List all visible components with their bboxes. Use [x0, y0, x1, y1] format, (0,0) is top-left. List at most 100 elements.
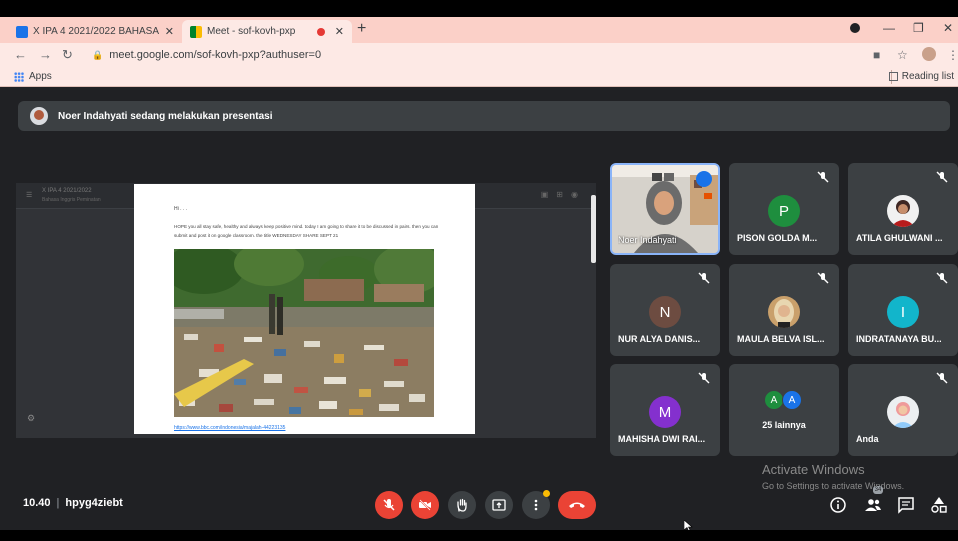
- call-end-icon: [569, 502, 585, 508]
- present-now-button[interactable]: [485, 491, 513, 519]
- participant-name: PISON GOLDA M...: [737, 233, 818, 243]
- meet-window: X IPA 4 2021/2022 BAHASA INGG ✕ Meet - s…: [0, 0, 958, 541]
- present-icon: [492, 499, 506, 511]
- bookmarks-bar: Apps Reading list: [0, 67, 958, 87]
- apps-grid-icon: [14, 71, 24, 82]
- classroom-favicon-icon: [16, 25, 28, 38]
- participant-avatar: P: [768, 195, 800, 227]
- participant-tile-maula[interactable]: MAULA BELVA ISL...: [729, 264, 839, 356]
- meeting-code: hpyg4ziebt: [65, 497, 123, 509]
- mic-off-icon: [936, 372, 948, 384]
- settings-icon: ⚙: [27, 413, 36, 423]
- mic-off-icon: [698, 272, 710, 284]
- participant-name: Anda: [856, 434, 879, 444]
- mic-off-icon: [817, 272, 829, 284]
- participant-tile-others[interactable]: A A 25 lainnya: [729, 364, 839, 456]
- close-window-icon[interactable]: ✕: [943, 21, 953, 35]
- participant-name: INDRATANAYA BU...: [856, 334, 942, 344]
- camera-permission-icon[interactable]: ■: [873, 48, 880, 62]
- restore-icon[interactable]: ❐: [913, 21, 924, 35]
- participant-avatar: M: [649, 396, 681, 428]
- participant-tile-indratanaya[interactable]: I INDRATANAYA BU...: [848, 264, 958, 356]
- mic-off-icon: [383, 499, 395, 511]
- bookmark-star-icon[interactable]: ☆: [897, 48, 908, 62]
- mic-off-icon: [936, 272, 948, 284]
- mic-toggle-button[interactable]: [375, 491, 403, 519]
- tab-meet[interactable]: Meet - sof-kovh-pxp ✕: [182, 20, 352, 43]
- camera-off-icon: [419, 499, 431, 511]
- participant-tile-atila[interactable]: ATILA GHULWANI ...: [848, 163, 958, 255]
- back-icon[interactable]: ←: [14, 47, 27, 62]
- presentation-banner: Noer Indahyati sedang melakukan presenta…: [18, 101, 950, 131]
- leave-call-button[interactable]: [558, 491, 596, 519]
- people-count-badge: 34: [873, 486, 883, 494]
- people-button[interactable]: [864, 496, 882, 514]
- meeting-details-button[interactable]: [829, 496, 847, 514]
- participant-tile-mahisha[interactable]: M MAHISHA DWI RAI...: [610, 364, 720, 456]
- participant-photo-avatar: [768, 296, 800, 328]
- tab-classroom[interactable]: X IPA 4 2021/2022 BAHASA INGG ✕: [8, 20, 182, 43]
- meeting-info-separator: |: [56, 497, 60, 509]
- hand-icon: [457, 498, 467, 512]
- camera-toggle-button[interactable]: [411, 491, 439, 519]
- mini-avatar: A: [782, 390, 802, 410]
- participant-photo-avatar: [887, 396, 919, 428]
- reading-list-button[interactable]: Reading list: [888, 71, 954, 82]
- shared-screen-scrollbar: [591, 195, 596, 263]
- tab-title: Meet - sof-kovh-pxp: [207, 26, 296, 37]
- mini-avatar: A: [764, 390, 784, 410]
- participant-name: MAULA BELVA ISL...: [737, 334, 825, 344]
- participant-tile-nur-alya[interactable]: N NUR ALYA DANIS...: [610, 264, 720, 356]
- profile-avatar-icon[interactable]: [922, 47, 936, 61]
- address-bar[interactable]: 🔒 meet.google.com/sof-kovh-pxp?authuser=…: [82, 45, 882, 65]
- raise-hand-button[interactable]: [448, 491, 476, 519]
- meet-favicon-icon: [190, 25, 202, 38]
- forward-icon[interactable]: →: [39, 47, 52, 62]
- meeting-info: 10.40 | hpyg4ziebt: [23, 497, 123, 509]
- lock-icon: 🔒: [92, 49, 104, 60]
- menu-icon[interactable]: ⋮: [947, 48, 958, 62]
- participant-tile-pison[interactable]: P PISON GOLDA M...: [729, 163, 839, 255]
- shared-doc-title: X IPA 4 2021/2022: [42, 188, 92, 194]
- participant-name: MAHISHA DWI RAI...: [618, 434, 706, 444]
- slide-greeting: Hi . . .: [174, 206, 188, 212]
- slide-body-text: HOPE you all stay safe, healthy and alwa…: [174, 224, 439, 238]
- participant-avatar: I: [887, 296, 919, 328]
- shared-doc-subtitle: Bahasa Inggris Peminatan: [42, 197, 101, 203]
- shared-doc-tools-icon: ▣⊞◉: [540, 190, 586, 199]
- browser-toolbar: ← → ↻ 🔒 meet.google.com/sof-kovh-pxp?aut…: [0, 43, 958, 67]
- presentation-banner-text: Noer Indahyati sedang melakukan presenta…: [58, 110, 273, 122]
- more-vert-icon: [534, 499, 538, 511]
- apps-shortcut[interactable]: Apps: [14, 71, 52, 82]
- doc-menu-icon: ☰: [26, 192, 33, 199]
- tab-title: X IPA 4 2021/2022 BAHASA INGG: [33, 26, 161, 37]
- participant-name: ATILA GHULWANI ...: [856, 233, 943, 243]
- speaking-indicator-icon: [696, 171, 712, 187]
- mic-off-icon: [698, 372, 710, 384]
- new-tab-button[interactable]: +: [357, 20, 366, 38]
- minimize-icon[interactable]: —: [883, 21, 895, 35]
- reload-icon[interactable]: ↻: [62, 47, 73, 63]
- profile-dot-icon[interactable]: [850, 23, 860, 33]
- mic-off-icon: [817, 171, 829, 183]
- shared-slide: Hi . . . HOPE you all stay safe, healthy…: [134, 184, 475, 434]
- close-tab-icon[interactable]: ✕: [335, 25, 344, 38]
- participant-photo-avatar: [887, 195, 919, 227]
- apps-label: Apps: [29, 71, 52, 82]
- river-garbage-photo: [174, 249, 434, 417]
- chat-button[interactable]: [897, 496, 915, 514]
- participant-tile-self[interactable]: Anda: [848, 364, 958, 456]
- participant-tile-noer-indahyati[interactable]: Noer Indahyati: [610, 163, 720, 255]
- activate-windows-title: Activate Windows: [762, 462, 865, 477]
- more-participants-count: 25 lainnya: [762, 420, 806, 430]
- recording-indicator-icon: [316, 27, 325, 36]
- participant-name: NUR ALYA DANIS...: [618, 334, 701, 344]
- notification-dot-icon: [543, 490, 550, 497]
- screen-top-border: [0, 0, 958, 17]
- close-tab-icon[interactable]: ✕: [165, 25, 174, 38]
- slide-source-link[interactable]: https://www.bbc.com/indonesia/majalah-44…: [174, 425, 285, 431]
- meeting-time: 10.40: [23, 497, 51, 509]
- participant-avatar: N: [649, 296, 681, 328]
- reading-list-icon: [888, 72, 898, 81]
- activities-button[interactable]: [930, 496, 948, 514]
